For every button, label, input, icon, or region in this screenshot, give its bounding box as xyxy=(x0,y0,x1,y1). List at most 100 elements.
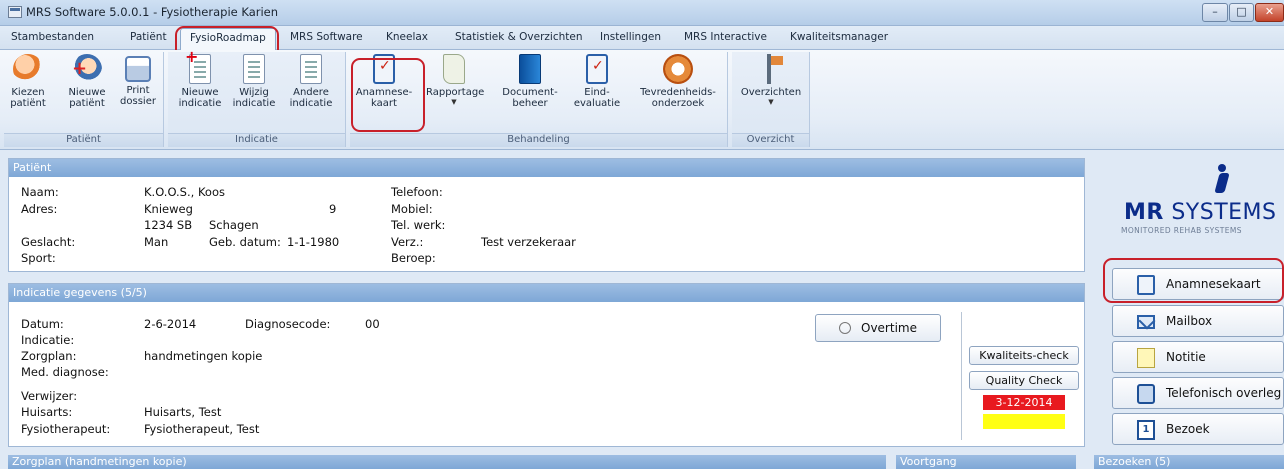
eindevaluatie-button[interactable]: Eind- evaluatie xyxy=(572,54,622,109)
tab-mrs-interactive[interactable]: MRS Interactive xyxy=(684,31,767,43)
anamnesekaart-side-button[interactable]: Anamnesekaart xyxy=(1112,268,1284,300)
diagnosecode-label: Diagnosecode: xyxy=(245,317,331,331)
huisarts-value: Huisarts, Test xyxy=(144,405,222,419)
choose-patient-icon xyxy=(13,54,43,84)
naam-value: K.O.O.S., Koos xyxy=(144,185,225,199)
print-label-2: dossier xyxy=(120,96,156,107)
tevredenheidsonderzoek-button[interactable]: Tevredenheids- onderzoek xyxy=(634,54,722,109)
tab-mrs-software[interactable]: MRS Software xyxy=(290,31,363,43)
clipboard-icon xyxy=(1137,275,1155,295)
document-book-icon xyxy=(519,54,541,84)
ribbon-group-label: Overzicht xyxy=(732,133,809,147)
andere-indicatie-button[interactable]: Andere indicatie xyxy=(286,54,336,109)
printer-icon xyxy=(125,56,151,82)
huisarts-label: Huisarts: xyxy=(21,405,73,419)
panel-header: Indicatie gegevens (5/5) xyxy=(9,284,1084,302)
yellow-status-badge xyxy=(983,414,1065,429)
mail-icon xyxy=(1137,315,1155,329)
title-bar: MRS Software 5.0.0.1 - Fysiotherapie Kar… xyxy=(0,0,1284,26)
notitie-label: Notitie xyxy=(1166,350,1206,364)
mailbox-button[interactable]: Mailbox xyxy=(1112,305,1284,337)
kiezen-label-2: patiënt xyxy=(10,98,46,109)
survey-icon xyxy=(663,54,693,84)
ribbon-group-indicatie: Nieuwe indicatie Wijzig indicatie Andere… xyxy=(168,51,346,147)
other-indication-icon xyxy=(300,54,322,84)
bezoeken-panel-header: Bezoeken (5) xyxy=(1094,455,1284,469)
geslacht-value: Man xyxy=(144,235,169,249)
logo-bold: MR xyxy=(1124,200,1164,225)
close-button[interactable]: ✕ xyxy=(1255,3,1284,22)
maximize-button[interactable]: □ xyxy=(1229,3,1254,22)
new-indication-icon xyxy=(185,51,211,84)
wijzig-indicatie-button[interactable]: Wijzig indicatie xyxy=(230,54,278,109)
eind-label-1: Eind- xyxy=(584,87,610,98)
date-status-badge: 3-12-2014 xyxy=(983,395,1065,410)
sport-label: Sport: xyxy=(21,251,56,265)
kwaliteits-check-button[interactable]: Kwaliteits-check xyxy=(969,346,1079,365)
runner-logo-icon xyxy=(1208,162,1236,198)
overzichten-label: Overzichten xyxy=(740,87,802,98)
phone-icon xyxy=(1137,384,1155,404)
new-patient-icon: + xyxy=(72,54,102,84)
nieuwe-indicatie-label-2: indicatie xyxy=(178,98,222,109)
logo-rest: SYSTEMS xyxy=(1163,200,1277,225)
note-icon xyxy=(1137,348,1155,368)
overzichten-button[interactable]: Overzichten ▼ xyxy=(738,54,804,106)
telefoon-label: Telefoon: xyxy=(391,185,443,199)
panel-header: Patiënt xyxy=(9,159,1084,177)
divider xyxy=(961,312,962,440)
evaluation-icon xyxy=(586,54,608,84)
verwijzer-label: Verwijzer: xyxy=(21,389,78,403)
minimize-button[interactable]: – xyxy=(1202,3,1228,22)
zorgplan-panel-header: Zorgplan (handmetingen kopie) xyxy=(8,455,886,469)
tevreden-label-1: Tevredenheids- xyxy=(640,87,716,98)
telefonisch-overleg-button[interactable]: Telefonisch overleg xyxy=(1112,377,1284,409)
nieuwe-patient-button[interactable]: + Nieuwe patiënt xyxy=(64,54,110,109)
ribbon-group-overzicht: Overzichten ▼ Overzicht xyxy=(732,52,810,147)
gebdatum-label: Geb. datum: xyxy=(209,235,281,249)
notitie-button[interactable]: Notitie xyxy=(1112,341,1284,373)
rapportage-button[interactable]: Rapportage ▼ xyxy=(426,54,485,106)
bezoek-button[interactable]: 1 Bezoek xyxy=(1112,413,1284,445)
straat-value: Knieweg xyxy=(144,202,193,216)
quality-check-button[interactable]: Quality Check xyxy=(969,371,1079,390)
andere-label-2: indicatie xyxy=(289,98,333,109)
chevron-down-icon: ▼ xyxy=(768,98,774,106)
anamnese-label-1: Anamnese- xyxy=(355,87,413,98)
nieuwe-patient-label-2: patiënt xyxy=(69,98,105,109)
tab-patient[interactable]: Patiënt xyxy=(130,31,167,43)
kiezen-patient-button[interactable]: Kiezen patiënt xyxy=(8,54,48,109)
print-dossier-button[interactable]: Print dossier xyxy=(116,54,160,107)
mr-systems-logo: MR SYSTEMS xyxy=(1124,200,1277,225)
verz-label: Verz.: xyxy=(391,235,424,249)
tevreden-label-2: onderzoek xyxy=(651,98,705,109)
tab-statistiek[interactable]: Statistiek & Overzichten xyxy=(455,31,583,43)
overtime-button[interactable]: Overtime xyxy=(815,314,941,342)
bezoek-label: Bezoek xyxy=(1166,422,1210,436)
anamnese-label-2: kaart xyxy=(371,98,397,109)
zorgplan-label: Zorgplan: xyxy=(21,349,77,363)
tab-stambestanden[interactable]: Stambestanden xyxy=(11,31,94,43)
logo-subtitle: MONITORED REHAB SYSTEMS xyxy=(1121,226,1242,235)
huisnummer-value: 9 xyxy=(329,202,337,216)
rapportage-label: Rapportage xyxy=(426,87,485,98)
zorgplan-value: handmetingen kopie xyxy=(144,349,263,363)
andere-label-1: Andere xyxy=(293,87,329,98)
document-label-1: Document- xyxy=(502,87,558,98)
tab-kneelax[interactable]: Kneelax xyxy=(386,31,428,43)
telwerk-label: Tel. werk: xyxy=(391,218,446,232)
med-diagnose-label: Med. diagnose: xyxy=(21,365,109,379)
indicatie-panel: Indicatie gegevens (5/5) Datum: 2-6-2014… xyxy=(8,283,1085,447)
edit-indication-icon xyxy=(243,54,265,84)
print-label-1: Print xyxy=(126,85,150,96)
nieuwe-indicatie-button[interactable]: Nieuwe indicatie xyxy=(176,51,224,109)
wijzig-label-2: indicatie xyxy=(232,98,276,109)
geslacht-label: Geslacht: xyxy=(21,235,76,249)
document-label-2: beheer xyxy=(512,98,548,109)
ribbon-group-behandeling: Anamnese- kaart Rapportage ▼ Document- b… xyxy=(350,52,728,147)
tab-kwaliteitsmanager[interactable]: Kwaliteitsmanager xyxy=(790,31,888,43)
verz-value: Test verzekeraar xyxy=(481,235,576,249)
documentbeheer-button[interactable]: Document- beheer xyxy=(500,54,560,109)
tab-instellingen[interactable]: Instellingen xyxy=(600,31,661,43)
anamnesekaart-button[interactable]: Anamnese- kaart xyxy=(354,54,414,109)
